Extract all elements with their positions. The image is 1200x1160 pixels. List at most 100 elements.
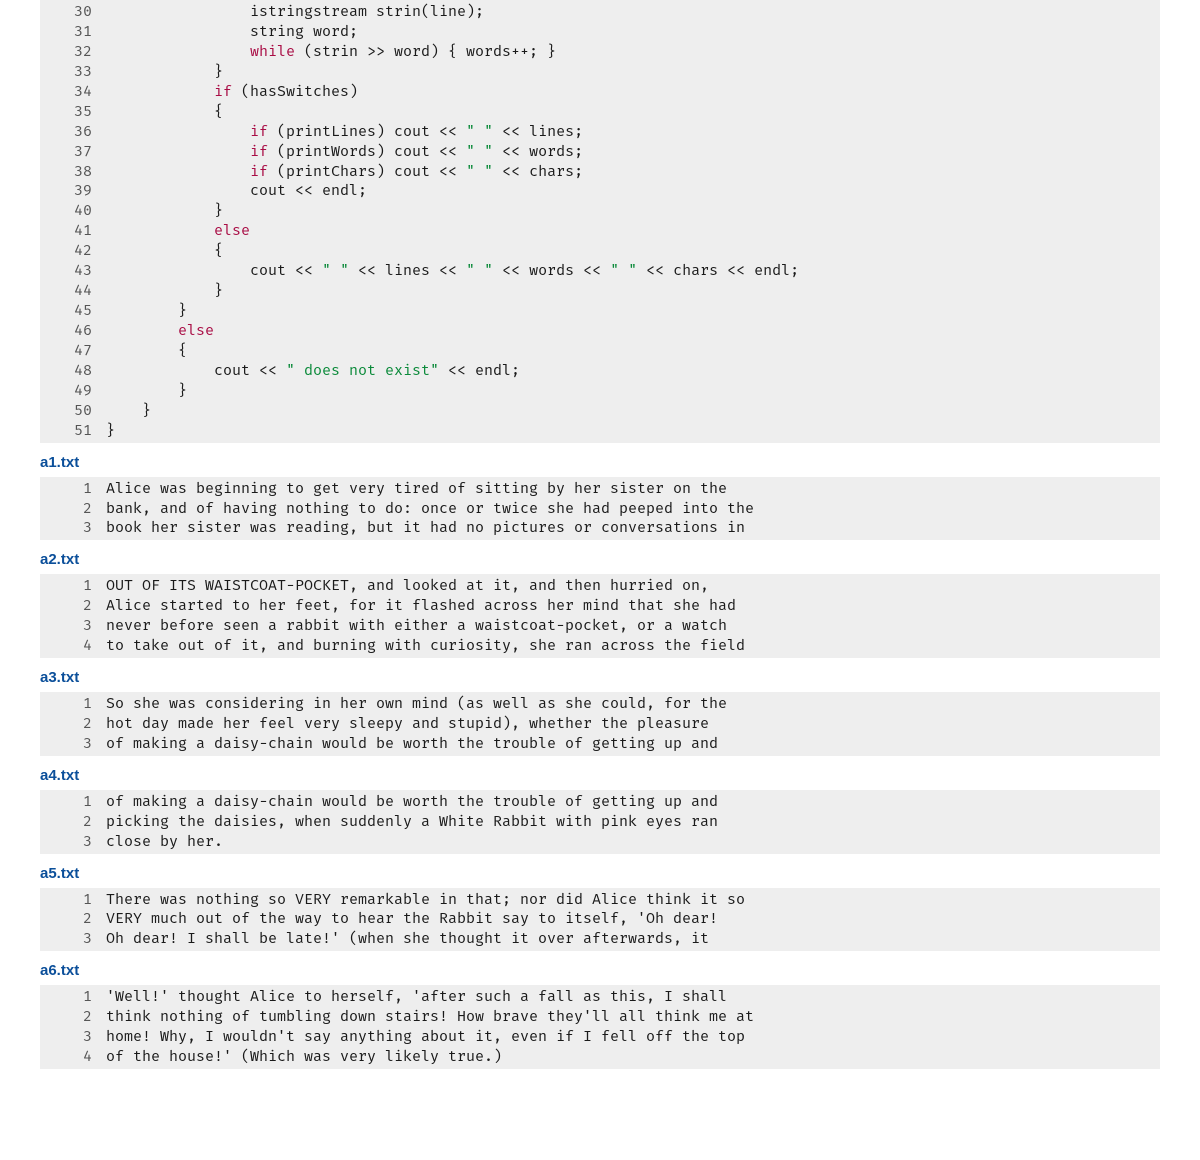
code-line: 41 else [40,221,1160,241]
line-number: 51 [40,421,106,441]
text-content: Alice started to her feet, for it flashe… [106,596,1160,616]
text-content: think nothing of tumbling down stairs! H… [106,1007,1160,1027]
line-number: 41 [40,221,106,241]
code-content: } [106,401,1160,421]
text-content: Alice was beginning to get very tired of… [106,479,1160,499]
code-line: 34 if (hasSwitches) [40,82,1160,102]
line-number: 35 [40,102,106,122]
file-heading: a3.txt [40,668,1160,688]
line-number: 49 [40,381,106,401]
code-line: 32 while (strin >> word) { words++; } [40,42,1160,62]
line-number: 2 [40,714,106,734]
text-line: 2think nothing of tumbling down stairs! … [40,1007,1160,1027]
text-content: never before seen a rabbit with either a… [106,616,1160,636]
text-line: 3home! Why, I wouldn't say anything abou… [40,1027,1160,1047]
line-number: 46 [40,321,106,341]
text-content: 'Well!' thought Alice to herself, 'after… [106,987,1160,1007]
text-file-block: 1Alice was beginning to get very tired o… [40,477,1160,541]
code-content: { [106,102,1160,122]
code-block-main: 30 istringstream strin(line);31 string w… [40,0,1160,443]
file-heading: a6.txt [40,961,1160,981]
line-number: 1 [40,792,106,812]
code-line: 43 cout << " " << lines << " " << words … [40,261,1160,281]
code-content: while (strin >> word) { words++; } [106,42,1160,62]
file-heading: a5.txt [40,864,1160,884]
code-line: 51} [40,421,1160,441]
text-content: of the house!' (Which was very likely tr… [106,1047,1160,1067]
line-number: 39 [40,181,106,201]
code-content: } [106,201,1160,221]
code-line: 42 { [40,241,1160,261]
code-content: cout << endl; [106,181,1160,201]
text-content: There was nothing so VERY remarkable in … [106,890,1160,910]
line-number: 1 [40,890,106,910]
line-number: 3 [40,518,106,538]
code-content: } [106,301,1160,321]
code-content: } [106,62,1160,82]
text-line: 1OUT OF ITS WAISTCOAT-POCKET, and looked… [40,576,1160,596]
text-line: 4of the house!' (Which was very likely t… [40,1047,1160,1067]
code-content: istringstream strin(line); [106,2,1160,22]
line-number: 1 [40,694,106,714]
line-number: 30 [40,2,106,22]
line-number: 1 [40,479,106,499]
text-line: 1So she was considering in her own mind … [40,694,1160,714]
code-line: 31 string word; [40,22,1160,42]
text-line: 1'Well!' thought Alice to herself, 'afte… [40,987,1160,1007]
code-line: 47 { [40,341,1160,361]
code-content: else [106,221,1160,241]
text-content: home! Why, I wouldn't say anything about… [106,1027,1160,1047]
line-number: 34 [40,82,106,102]
text-line: 2VERY much out of the way to hear the Ra… [40,909,1160,929]
line-number: 43 [40,261,106,281]
text-line: 2picking the daisies, when suddenly a Wh… [40,812,1160,832]
text-line: 1There was nothing so VERY remarkable in… [40,890,1160,910]
line-number: 40 [40,201,106,221]
text-content: bank, and of having nothing to do: once … [106,499,1160,519]
code-content: cout << " does not exist" << endl; [106,361,1160,381]
text-content: book her sister was reading, but it had … [106,518,1160,538]
code-line: 37 if (printWords) cout << " " << words; [40,142,1160,162]
text-content: to take out of it, and burning with curi… [106,636,1160,656]
line-number: 2 [40,596,106,616]
code-content: if (printLines) cout << " " << lines; [106,122,1160,142]
text-content: Oh dear! I shall be late!' (when she tho… [106,929,1160,949]
line-number: 32 [40,42,106,62]
code-content: if (hasSwitches) [106,82,1160,102]
text-line: 3never before seen a rabbit with either … [40,616,1160,636]
text-line: 4to take out of it, and burning with cur… [40,636,1160,656]
line-number: 37 [40,142,106,162]
code-content: if (printChars) cout << " " << chars; [106,162,1160,182]
line-number: 3 [40,734,106,754]
text-line: 3book her sister was reading, but it had… [40,518,1160,538]
text-file-block: 1'Well!' thought Alice to herself, 'afte… [40,985,1160,1069]
file-heading: a2.txt [40,550,1160,570]
line-number: 3 [40,616,106,636]
line-number: 3 [40,1027,106,1047]
text-content: close by her. [106,832,1160,852]
file-heading: a4.txt [40,766,1160,786]
line-number: 45 [40,301,106,321]
text-line: 1of making a daisy-chain would be worth … [40,792,1160,812]
code-line: 45 } [40,301,1160,321]
code-content: else [106,321,1160,341]
line-number: 36 [40,122,106,142]
line-number: 3 [40,832,106,852]
text-file-block: 1So she was considering in her own mind … [40,692,1160,756]
code-line: 38 if (printChars) cout << " " << chars; [40,162,1160,182]
text-content: VERY much out of the way to hear the Rab… [106,909,1160,929]
text-content: OUT OF ITS WAISTCOAT-POCKET, and looked … [106,576,1160,596]
line-number: 48 [40,361,106,381]
file-sections: a1.txt1Alice was beginning to get very t… [40,453,1160,1069]
code-content: } [106,281,1160,301]
line-number: 1 [40,576,106,596]
text-content: So she was considering in her own mind (… [106,694,1160,714]
text-file-block: 1OUT OF ITS WAISTCOAT-POCKET, and looked… [40,574,1160,658]
line-number: 44 [40,281,106,301]
code-line: 49 } [40,381,1160,401]
code-line: 39 cout << endl; [40,181,1160,201]
line-number: 3 [40,929,106,949]
code-line: 35 { [40,102,1160,122]
text-line: 2bank, and of having nothing to do: once… [40,499,1160,519]
code-content: cout << " " << lines << " " << words << … [106,261,1160,281]
